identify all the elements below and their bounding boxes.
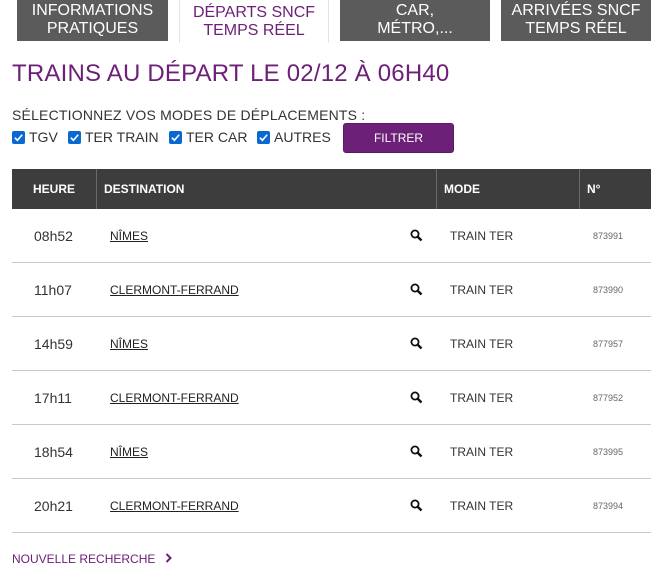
filter-ter-train[interactable]: TER train (68, 129, 159, 145)
magnifier-icon[interactable] (410, 209, 423, 262)
train-mode: Train TER (450, 228, 514, 243)
destination-link[interactable]: Clermont-Ferrand (110, 263, 239, 316)
filter-label: TGV (29, 129, 58, 145)
train-number: 877957 (593, 338, 624, 349)
train-number: 873990 (593, 284, 624, 295)
destination-link[interactable]: Clermont-Ferrand (110, 479, 239, 532)
filter-autres[interactable]: Autres (257, 129, 331, 145)
tab-label-line1: Arrivées SNCF (511, 2, 641, 19)
table-row: 17h11 Clermont-Ferrand Train TER 877952 (12, 371, 651, 425)
train-number: 873991 (593, 230, 624, 241)
train-mode: Train TER (450, 390, 514, 405)
check-icon[interactable] (12, 130, 25, 144)
filter-button[interactable]: Filtrer (343, 123, 454, 153)
train-mode: Train TER (450, 498, 514, 513)
filter-ter-car[interactable]: TER car (169, 129, 247, 145)
header-time: Heure (33, 182, 76, 196)
magnifier-icon[interactable] (410, 425, 423, 478)
header-divider (579, 169, 580, 209)
train-number: 877952 (593, 392, 624, 403)
train-mode: Train TER (450, 336, 514, 351)
tab-departs-bus[interactable]: Départs bus, car, métro,... (340, 0, 490, 41)
table-row: 14h59 Nîmes Train TER 877957 (12, 317, 651, 371)
check-icon[interactable] (169, 130, 182, 144)
tab-label-line1: Départs bus, car, (357, 0, 473, 19)
header-mode: Mode (444, 182, 480, 196)
tab-informations-pratiques[interactable]: Informations pratiques (17, 0, 168, 41)
destination-link[interactable]: Nîmes (110, 425, 148, 478)
departure-time: 17h11 (34, 389, 72, 406)
tab-label-line1: Départs SNCF (192, 4, 316, 21)
table-row: 20h21 Clermont-Ferrand Train TER 873994 (12, 479, 651, 533)
departure-time: 14h59 (34, 335, 73, 352)
train-mode: Train TER (450, 444, 514, 459)
tab-label-line2: métro,... (377, 20, 453, 37)
tab-label-line2: temps réel (525, 20, 627, 37)
filter-label: TER car (186, 129, 248, 145)
departure-time: 08h52 (34, 227, 73, 244)
filter-label: TER train (85, 129, 159, 145)
filter-tgv[interactable]: TGV (12, 129, 58, 145)
filter-label: Autres (274, 129, 331, 145)
departure-time: 18h54 (34, 443, 73, 460)
table-row: 08h52 Nîmes Train TER 873991 (12, 209, 651, 263)
train-number: 873995 (593, 446, 624, 457)
tab-departs-sncf[interactable]: Départs SNCF temps réel (179, 0, 329, 43)
tab-label-line1: Informations (31, 2, 154, 19)
table-row: 18h54 Nîmes Train TER 873995 (12, 425, 651, 479)
tab-label-line2: temps réel (203, 22, 305, 39)
check-icon[interactable] (68, 130, 81, 144)
magnifier-icon[interactable] (410, 263, 423, 316)
departure-time: 11h07 (34, 281, 72, 298)
departures-table: Heure Destination Mode N° 08h52 Nîmes Tr… (12, 169, 651, 533)
train-number: 873994 (593, 500, 624, 511)
table-header: Heure Destination Mode N° (12, 169, 651, 209)
header-divider (96, 169, 97, 209)
tab-bar: Informations pratiques Départs SNCF temp… (0, 0, 667, 43)
destination-link[interactable]: Nîmes (110, 317, 148, 370)
magnifier-icon[interactable] (410, 479, 423, 532)
check-icon[interactable] (257, 130, 270, 144)
tab-arrivees-sncf[interactable]: Arrivées SNCF temps réel (501, 0, 651, 41)
departure-time: 20h21 (34, 497, 73, 514)
tab-label-line2: pratiques (46, 20, 139, 37)
modes-label: Sélectionnez vos modes de déplacements : (12, 107, 366, 123)
magnifier-icon[interactable] (410, 317, 423, 370)
train-mode: Train TER (450, 282, 514, 297)
header-destination: Destination (104, 182, 185, 196)
destination-link[interactable]: Nîmes (110, 209, 148, 262)
header-divider (436, 169, 437, 209)
header-number: N° (587, 182, 601, 196)
destination-link[interactable]: Clermont-Ferrand (110, 371, 239, 424)
table-row: 11h07 Clermont-Ferrand Train TER 873990 (12, 263, 651, 317)
page-title: Trains au départ le 02/12 à 06h40 (12, 60, 450, 87)
magnifier-icon[interactable] (410, 371, 423, 424)
